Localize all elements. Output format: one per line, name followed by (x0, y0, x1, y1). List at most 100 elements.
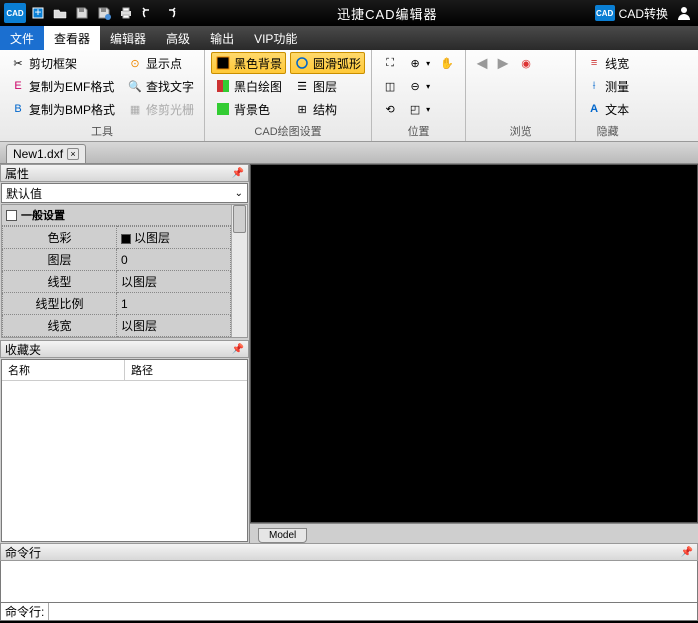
trim-raster-button[interactable]: ▦修剪光栅 (123, 98, 198, 120)
prop-value[interactable]: 0 (117, 249, 231, 271)
line-width-label: 线宽 (605, 55, 629, 72)
show-points-label: 显示点 (146, 55, 182, 72)
prop-section-general[interactable]: 一般设置 (2, 205, 231, 226)
new-file-button[interactable]: + (28, 3, 48, 23)
prop-value[interactable]: 以图层 (117, 271, 231, 293)
default-value-label: 默认值 (6, 185, 42, 202)
black-bg-button[interactable]: 黑色背景 (211, 52, 286, 74)
bgcolor-icon (215, 101, 231, 117)
bg-color-button[interactable]: 背景色 (211, 98, 286, 120)
pin-icon[interactable]: 📌 (681, 547, 693, 558)
favorites-list[interactable]: 名称 路径 (1, 359, 248, 542)
fav-col-path[interactable]: 路径 (125, 360, 247, 380)
favorites-panel-header[interactable]: 收藏夹 📌 (0, 340, 249, 358)
line-width-button[interactable]: ≡线宽 (582, 52, 633, 74)
redo-button[interactable] (160, 3, 180, 23)
command-prompt: 命令行: (5, 603, 44, 620)
pos-btn-3[interactable]: ✋ (435, 52, 459, 74)
prop-key: 线宽 (3, 315, 117, 337)
measure-button[interactable]: ⟊测量 (582, 75, 633, 97)
pos-btn-4[interactable]: ◫ (378, 75, 402, 97)
pos-btn-2[interactable]: ⊕▾ (403, 52, 434, 74)
file-tab[interactable]: New1.dxf × (6, 144, 86, 163)
layers-button[interactable]: ☰图层 (290, 75, 365, 97)
command-input[interactable] (48, 603, 693, 620)
canvas-tab-strip: Model (250, 523, 698, 543)
measure-label: 测量 (605, 78, 629, 95)
copy-emf-label: 复制为EMF格式 (29, 78, 114, 95)
command-output[interactable] (0, 561, 698, 603)
svg-text:+: + (34, 6, 41, 19)
cad-convert-label: CAD转换 (619, 5, 668, 22)
menu-editor[interactable]: 编辑器 (100, 26, 156, 50)
scrollbar-thumb[interactable] (233, 205, 246, 233)
text-button[interactable]: A文本 (582, 98, 633, 120)
copy-bmp-button[interactable]: B复制为BMP格式 (6, 98, 119, 120)
file-tab-close-button[interactable]: × (67, 148, 79, 160)
save-button[interactable] (72, 3, 92, 23)
show-points-button[interactable]: ⊙显示点 (123, 52, 198, 74)
command-panel-header[interactable]: 命令行 📌 (0, 543, 698, 561)
pin-icon[interactable]: 📌 (232, 168, 244, 179)
cad-convert-button[interactable]: CAD CAD转换 (595, 5, 668, 22)
position-group-title: 位置 (376, 122, 461, 141)
menu-output[interactable]: 输出 (200, 26, 244, 50)
zoom-window-icon: ◫ (382, 78, 398, 94)
color-swatch-icon (121, 234, 131, 244)
undo-button[interactable] (138, 3, 158, 23)
arc-icon (294, 55, 310, 71)
fav-col-name[interactable]: 名称 (2, 360, 125, 380)
copy-emf-button[interactable]: E复制为EMF格式 (6, 75, 119, 97)
chevron-down-icon: ▾ (426, 105, 430, 114)
bw-draw-button[interactable]: 黑白绘图 (211, 75, 286, 97)
bw-icon (215, 78, 231, 94)
cad-settings-group-title: CAD绘图设置 (209, 122, 367, 141)
file-tab-label: New1.dxf (13, 147, 63, 161)
pos-btn-6[interactable]: ⟲ (378, 98, 402, 120)
find-text-button[interactable]: 🔍查找文字 (123, 75, 198, 97)
layers-icon: ☰ (294, 78, 310, 94)
nav-fwd-button[interactable]: ► (493, 52, 513, 74)
structure-button[interactable]: ⊞结构 (290, 98, 365, 120)
text-label: 文本 (605, 101, 629, 118)
user-button[interactable] (674, 3, 694, 23)
crop-frame-button[interactable]: ✂剪切框架 (6, 52, 119, 74)
app-title: 迅捷CAD编辑器 (180, 4, 595, 23)
drawing-canvas[interactable] (250, 164, 698, 523)
browse-btn-1[interactable]: ◉ (514, 52, 538, 74)
menu-advanced[interactable]: 高级 (156, 26, 200, 50)
pin-icon[interactable]: 📌 (232, 344, 244, 355)
title-bar: CAD + 迅捷CAD编辑器 CAD CAD转换 (0, 0, 698, 26)
default-value-combo[interactable]: 默认值 ⌄ (1, 183, 248, 203)
print-button[interactable] (116, 3, 136, 23)
favorites-panel: 收藏夹 📌 名称 路径 (0, 340, 249, 543)
prop-value[interactable]: 1 (117, 293, 231, 315)
fit-icon: ⛶ (382, 55, 398, 71)
crop-icon: ✂ (10, 55, 26, 71)
pos-btn-7[interactable]: ◰▾ (403, 98, 434, 120)
open-file-button[interactable] (50, 3, 70, 23)
browse-icon-1: ◉ (518, 55, 534, 71)
model-tab[interactable]: Model (258, 528, 307, 543)
pos-btn-5[interactable]: ⊖▾ (403, 75, 434, 97)
pos-btn-1[interactable]: ⛶ (378, 52, 402, 74)
black-bg-icon (215, 55, 231, 71)
zoom-prev-icon: ⟲ (382, 101, 398, 117)
points-icon: ⊙ (127, 55, 143, 71)
prop-value[interactable]: 以图层 (117, 227, 231, 249)
ribbon-group-cad-settings: 黑色背景 黑白绘图 背景色 圆滑弧形 ☰图层 ⊞结构 CAD绘图设置 (205, 50, 372, 141)
tools-group-title: 工具 (4, 122, 200, 141)
smooth-arc-button[interactable]: 圆滑弧形 (290, 52, 365, 74)
prop-value[interactable]: 以图层 (117, 315, 231, 337)
prop-scrollbar[interactable] (231, 205, 247, 337)
chevron-down-icon: ⌄ (235, 188, 243, 199)
structure-icon: ⊞ (294, 101, 310, 117)
menu-vip[interactable]: VIP功能 (244, 26, 307, 50)
properties-panel-header[interactable]: 属性 📌 (0, 164, 249, 182)
menu-file[interactable]: 文件 (0, 26, 44, 50)
menu-viewer[interactable]: 查看器 (44, 26, 100, 50)
zoomout-icon: ⊖ (407, 78, 423, 94)
save-as-button[interactable] (94, 3, 114, 23)
nav-back-button[interactable]: ◄ (472, 52, 492, 74)
prop-row: 色彩以图层 (3, 227, 231, 249)
